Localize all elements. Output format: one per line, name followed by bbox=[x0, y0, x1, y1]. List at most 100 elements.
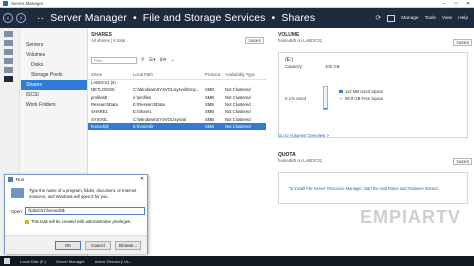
table-row[interactable]: ResearchData E:\ResearchData SMB Not Cluste… bbox=[88, 101, 266, 108]
dns-icon[interactable] bbox=[4, 67, 13, 73]
column-header-protocol[interactable]: Protocol bbox=[202, 70, 222, 80]
menu-manage[interactable]: Manage bbox=[401, 16, 418, 21]
cell-path: C:\Windows\SYSVOL\sysvol\Emp... bbox=[133, 87, 200, 93]
list-options-icon[interactable]: ☰▾ bbox=[149, 57, 156, 63]
table-row[interactable]: SHARE1 E:\Share1 SMB Not Clustered bbox=[88, 108, 266, 115]
browse-button[interactable]: Browse... bbox=[115, 241, 141, 250]
legend-free-label: 99.9 GB Free Space bbox=[345, 96, 384, 101]
dashboard-icon[interactable] bbox=[4, 31, 13, 37]
all-servers-icon[interactable] bbox=[4, 49, 13, 55]
column-header-share[interactable]: Share bbox=[88, 70, 130, 80]
filter-row: Filter ⚲ ☰▾ ⊞▾ ⌄ bbox=[91, 56, 175, 64]
cell-path: E:\Share1 bbox=[133, 109, 152, 115]
sidebar-item-disks[interactable]: Disks bbox=[21, 60, 87, 70]
install-fsrm-link[interactable]: To install File Server Resource Manager,… bbox=[289, 186, 439, 191]
open-input[interactable]: \\labdc01\homedir$ bbox=[25, 207, 145, 215]
forward-arrow-icon[interactable]: › bbox=[16, 13, 26, 23]
sidebar-item-storage-pools[interactable]: Storage Pools bbox=[21, 70, 87, 80]
cell-protocol: SMB bbox=[202, 122, 222, 131]
minimize-icon[interactable]: – bbox=[438, 0, 450, 8]
drive-label: (E:) bbox=[285, 57, 294, 63]
cell-path: C:\Windows\SYSVOL\sysvol bbox=[133, 116, 187, 122]
breadcrumb-separator: • bbox=[271, 12, 276, 24]
maximize-icon[interactable]: □ bbox=[450, 0, 462, 8]
breadcrumb-item-server-manager[interactable]: Server Manager bbox=[50, 12, 127, 24]
notifications-flag-icon[interactable] bbox=[387, 14, 396, 22]
quota-tasks-button[interactable]: TASKS bbox=[453, 158, 472, 165]
cell-path: e:\profiles bbox=[133, 94, 152, 100]
admin-note-text: This task will be created with administr… bbox=[31, 219, 132, 224]
group-options-icon[interactable]: ⊞▾ bbox=[160, 57, 167, 63]
run-description: Type the name of a program, folder, docu… bbox=[29, 188, 137, 199]
table-row[interactable]: homedir$ E:\homedir SMB Not Clustered bbox=[88, 122, 266, 131]
quota-box: To install File Server Resource Manager,… bbox=[278, 172, 468, 204]
shares-table: Share Local Path Protocol Availability T… bbox=[88, 70, 266, 131]
breadcrumb: ·· Server Manager • File and Storage Ser… bbox=[34, 12, 315, 24]
cancel-button[interactable]: Cancel bbox=[85, 241, 111, 250]
table-row[interactable]: profiles$ e:\profiles SMB Not Clustered bbox=[88, 94, 266, 101]
start-icon[interactable] bbox=[4, 258, 10, 264]
run-program-icon bbox=[11, 188, 24, 198]
window-titlebar: Server Manager – □ ✕ bbox=[0, 0, 474, 8]
cell-availability: Not Clustered bbox=[225, 116, 251, 122]
table-row[interactable]: NETLOGON C:\Windows\SYSVOL\sysvol\Emp... S… bbox=[88, 86, 266, 93]
sidebar-item-servers[interactable]: Servers bbox=[21, 40, 87, 50]
close-icon[interactable]: ✕ bbox=[137, 176, 147, 182]
back-arrow-icon[interactable]: ‹ bbox=[3, 13, 13, 23]
breadcrumb-separator: ·· bbox=[37, 12, 45, 24]
cell-path: E:\homedir bbox=[130, 122, 202, 131]
expand-icon[interactable]: ⌄ bbox=[170, 57, 174, 63]
ad-ds-icon[interactable] bbox=[4, 58, 13, 64]
cell-path: E:\ResearchData bbox=[133, 102, 165, 108]
group-row[interactable]: LABDC01 (6) bbox=[88, 79, 266, 86]
taskbar-item[interactable]: Local Disk (E:) bbox=[20, 259, 46, 264]
sidebar-item-work-folders[interactable]: Work Folders bbox=[21, 100, 87, 110]
window-title: Server Manager bbox=[11, 1, 44, 6]
cell-share: SHARE1 bbox=[91, 109, 108, 115]
menu-tools[interactable]: Tools bbox=[425, 16, 436, 21]
breadcrumb-item-file-storage[interactable]: File and Storage Services bbox=[143, 12, 266, 24]
menu-help[interactable]: Help bbox=[458, 16, 468, 21]
cell-share: NETLOGON bbox=[91, 87, 115, 93]
shares-panel: SHARES All shares | 6 total TASKS Filter… bbox=[88, 32, 266, 150]
cell-protocol: SMB bbox=[205, 116, 215, 122]
refresh-icon[interactable]: ⟳ bbox=[375, 14, 381, 22]
nav-list: Servers Volumes Disks Storage Pools Shares iS… bbox=[21, 40, 87, 110]
volume-tasks-button[interactable]: TASKS bbox=[453, 39, 472, 46]
sidebar-item-iscsi[interactable]: iSCSI bbox=[21, 90, 87, 100]
taskbar-item[interactable]: Active Directory Us... bbox=[95, 259, 132, 264]
run-titlebar: Run ✕ bbox=[5, 175, 147, 183]
column-header-availability[interactable]: Availability Type bbox=[222, 70, 266, 80]
capacity-label: Capacity: bbox=[285, 64, 303, 69]
sidebar-item-shares[interactable]: Shares bbox=[21, 80, 87, 90]
shield-icon bbox=[25, 219, 29, 224]
window-controls: – □ ✕ bbox=[438, 0, 474, 8]
cell-share: profiles$ bbox=[91, 94, 107, 100]
run-dialog: Run ✕ Type the name of a program, folder… bbox=[4, 174, 148, 254]
local-server-icon[interactable] bbox=[4, 40, 13, 46]
used-percent: 0.1% Used bbox=[285, 96, 307, 101]
cell-availability: Not Clustered bbox=[222, 122, 266, 131]
run-app-icon bbox=[8, 176, 13, 182]
legend-used-label: 112 MB Used Space bbox=[345, 89, 384, 94]
sidebar-item-volumes[interactable]: Volumes bbox=[21, 50, 87, 60]
cell-availability: Not Clustered bbox=[225, 87, 251, 93]
table-row[interactable]: SYSVOL C:\Windows\SYSVOL\sysvol SMB Not Clu… bbox=[88, 115, 266, 122]
file-storage-icon[interactable] bbox=[4, 76, 13, 82]
ok-button[interactable]: OK bbox=[55, 241, 81, 250]
taskbar-item[interactable]: Server Manager bbox=[56, 259, 85, 264]
cell-availability: Not Clustered bbox=[225, 102, 251, 108]
table-header-row: Share Local Path Protocol Availability T… bbox=[88, 70, 266, 80]
volume-panel: VOLUME homedir$ on LABDC01 TASKS (E:) Ca… bbox=[276, 32, 474, 144]
column-header-local-path[interactable]: Local Path bbox=[130, 70, 202, 80]
search-icon[interactable]: ⚲ bbox=[141, 57, 145, 63]
cell-protocol: SMB bbox=[205, 87, 215, 93]
shares-tasks-button[interactable]: TASKS bbox=[245, 37, 264, 44]
breadcrumb-item-shares: Shares bbox=[281, 12, 316, 24]
filter-input[interactable]: Filter bbox=[91, 56, 137, 64]
usage-bar-fill bbox=[324, 108, 327, 109]
go-to-volumes-link[interactable]: Go to Volumes Overview > bbox=[278, 133, 329, 138]
close-icon[interactable]: ✕ bbox=[462, 0, 474, 8]
volume-card: (E:) Capacity: 100 GB 0.1% Used 112 MB U… bbox=[278, 52, 468, 138]
menu-view[interactable]: View bbox=[442, 16, 452, 21]
